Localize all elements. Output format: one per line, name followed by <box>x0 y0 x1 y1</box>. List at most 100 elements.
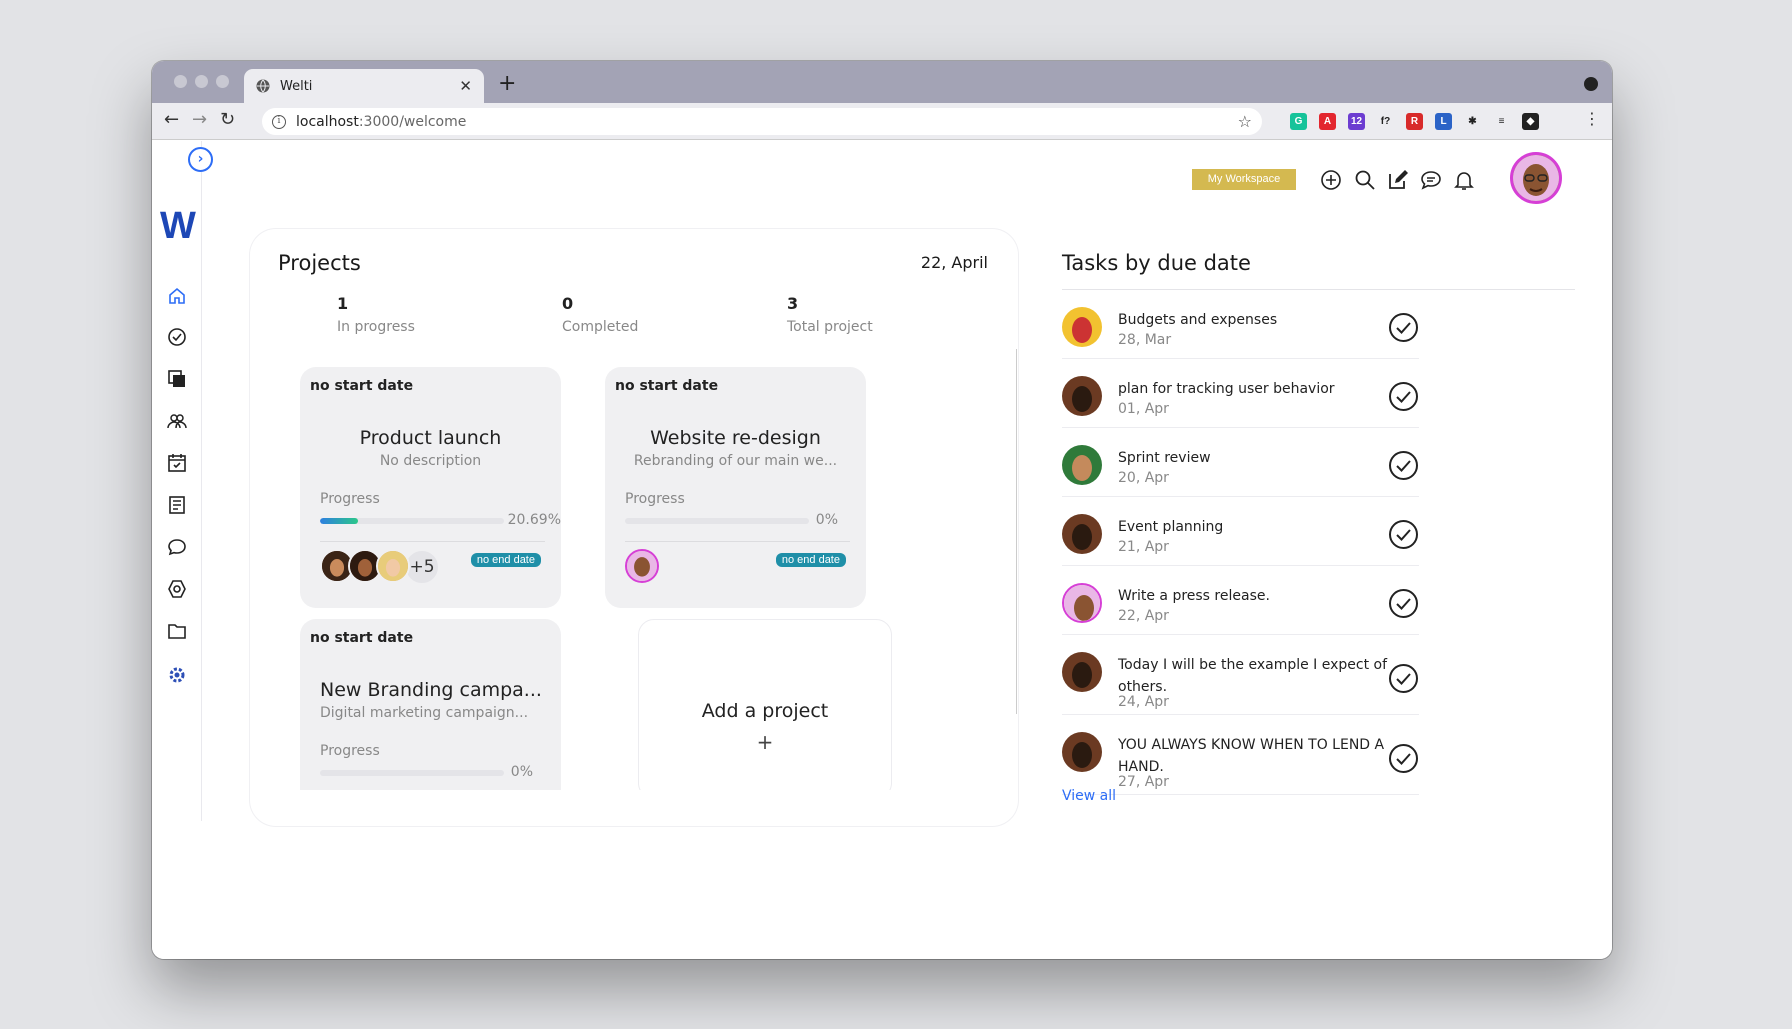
progress-fill <box>320 518 359 524</box>
task-row[interactable]: YOU ALWAYS KNOW WHEN TO LEND A HAND. 27, … <box>1062 715 1419 795</box>
complete-task-icon[interactable] <box>1388 381 1419 412</box>
badge-ext-icon[interactable]: 12 <box>1348 113 1365 130</box>
stat-in-progress: 1 In progress <box>337 294 415 335</box>
assignee-avatar <box>1062 307 1102 347</box>
project-description: Rebranding of our main we... <box>633 453 838 469</box>
member-avatar <box>625 549 659 583</box>
task-list: Budgets and expenses 28, Mar plan for trac… <box>1062 290 1582 795</box>
tab-bar: Welti ✕ + <box>152 61 1612 103</box>
browser-toolbar: ← → ↻ i localhost :3000/welcome ☆ G A 12 f?… <box>152 103 1612 140</box>
collapse-sidebar-button[interactable]: › <box>188 147 213 172</box>
minimize-window-button[interactable] <box>195 75 208 88</box>
assignee-avatar <box>1062 445 1102 485</box>
url-path: :3000/welcome <box>358 113 467 130</box>
task-row[interactable]: Write a press release. 22, Apr <box>1062 566 1419 635</box>
tab-search-icon[interactable] <box>1584 77 1598 91</box>
projects-title: Projects <box>278 251 361 275</box>
browser-window: Welti ✕ + ← → ↻ i localhost :3000/welcom… <box>152 61 1612 959</box>
welti-logo: W <box>160 205 196 247</box>
puzzle-icon[interactable]: ✱ <box>1464 113 1481 130</box>
project-card[interactable]: no start date Website re-design Rebrandi… <box>605 367 866 608</box>
task-row[interactable]: plan for tracking user behavior 01, Apr <box>1062 359 1419 428</box>
complete-task-icon[interactable] <box>1388 519 1419 550</box>
new-tab-button[interactable]: + <box>498 71 516 96</box>
complete-task-icon[interactable] <box>1388 588 1419 619</box>
red-ext-icon[interactable]: R <box>1406 113 1423 130</box>
project-card[interactable]: no start date New Branding campa... Digi… <box>300 619 561 790</box>
playlist-icon[interactable]: ≡ <box>1493 113 1510 130</box>
progress-bar <box>320 770 504 776</box>
add-circle-icon[interactable] <box>1320 169 1342 191</box>
globe-icon <box>256 79 270 93</box>
top-header: My Workspace <box>1192 141 1592 221</box>
close-window-button[interactable] <box>174 75 187 88</box>
assignee-avatar <box>1062 376 1102 416</box>
complete-task-icon[interactable] <box>1388 312 1419 343</box>
task-date: 21, Apr <box>1118 539 1169 555</box>
maximize-window-button[interactable] <box>216 75 229 88</box>
stat-label: Total project <box>787 319 873 335</box>
home-icon[interactable] <box>167 286 187 306</box>
progress-bar <box>320 518 504 524</box>
address-bar[interactable]: i localhost :3000/welcome ☆ <box>262 108 1262 135</box>
complete-task-icon[interactable] <box>1388 663 1419 694</box>
document-icon[interactable] <box>167 495 187 515</box>
profile-icon[interactable]: ◆ <box>1522 113 1539 130</box>
task-name: YOU ALWAYS KNOW WHEN TO LEND A HAND. <box>1118 737 1385 775</box>
task-date: 27, Apr <box>1118 774 1169 790</box>
task-row[interactable]: Today I will be the example I expect of … <box>1062 635 1419 715</box>
team-icon[interactable] <box>167 411 187 431</box>
add-project-button[interactable]: Add a project + <box>638 619 892 790</box>
task-name: Budgets and expenses <box>1118 312 1278 328</box>
pdf-icon[interactable]: A <box>1319 113 1336 130</box>
task-row[interactable]: Budgets and expenses 28, Mar <box>1062 290 1419 359</box>
workspace-button[interactable]: My Workspace <box>1192 169 1296 190</box>
member-avatars[interactable]: +5 <box>320 549 440 585</box>
task-name: Write a press release. <box>1118 588 1270 604</box>
complete-task-icon[interactable] <box>1388 450 1419 481</box>
start-date: no start date <box>310 630 414 646</box>
browser-menu-icon[interactable]: ⋮ <box>1584 109 1600 128</box>
blue-ext-icon[interactable]: L <box>1435 113 1452 130</box>
project-card[interactable]: no start date Product launch No descript… <box>300 367 561 608</box>
gear-icon[interactable] <box>167 665 187 685</box>
messages-icon[interactable] <box>1420 169 1442 191</box>
task-row[interactable]: Event planning 21, Apr <box>1062 497 1419 566</box>
chat-icon[interactable] <box>167 537 187 557</box>
grammarly-icon[interactable]: G <box>1290 113 1307 130</box>
font-ext-icon[interactable]: f? <box>1377 113 1394 130</box>
folder-icon[interactable] <box>167 621 187 641</box>
sidebar: W <box>152 141 202 821</box>
back-icon[interactable]: ← <box>164 109 179 130</box>
scrollbar[interactable] <box>1016 349 1017 714</box>
bell-icon[interactable] <box>1453 169 1475 191</box>
hexagon-settings-icon[interactable] <box>167 579 187 599</box>
tasks-check-icon[interactable] <box>167 327 187 347</box>
member-avatars[interactable] <box>625 549 659 585</box>
user-avatar[interactable] <box>1510 152 1562 204</box>
url-host: localhost <box>296 113 359 130</box>
projects-icon[interactable] <box>167 369 187 389</box>
close-tab-icon[interactable]: ✕ <box>459 77 472 95</box>
app-area: W › My Workspace Projects 22, April 1 In… <box>152 141 1612 959</box>
start-date: no start date <box>310 378 414 394</box>
bookmark-star-icon[interactable]: ☆ <box>1238 112 1252 131</box>
browser-tab[interactable]: Welti ✕ <box>244 69 484 103</box>
edit-icon[interactable] <box>1387 169 1409 191</box>
project-description: Digital marketing campaign... <box>320 705 529 721</box>
progress-percent: 0% <box>815 512 838 528</box>
reload-icon[interactable]: ↻ <box>220 109 235 130</box>
stat-total: 3 Total project <box>787 294 873 335</box>
calendar-icon[interactable] <box>167 453 187 473</box>
complete-task-icon[interactable] <box>1388 743 1419 774</box>
project-name: Website re-design <box>650 427 821 449</box>
stat-value: 1 <box>337 294 349 313</box>
projects-grid: no start date Product launch No descript… <box>290 367 930 790</box>
search-icon[interactable] <box>1354 169 1376 191</box>
forward-icon[interactable]: → <box>192 109 207 130</box>
tasks-panel: Tasks by due date Budgets and expenses 28… <box>1062 229 1582 795</box>
task-row[interactable]: Sprint review 20, Apr <box>1062 428 1419 497</box>
site-info-icon[interactable]: i <box>272 114 286 129</box>
stat-label: In progress <box>337 319 415 335</box>
view-all-link[interactable]: View all <box>1062 788 1116 804</box>
